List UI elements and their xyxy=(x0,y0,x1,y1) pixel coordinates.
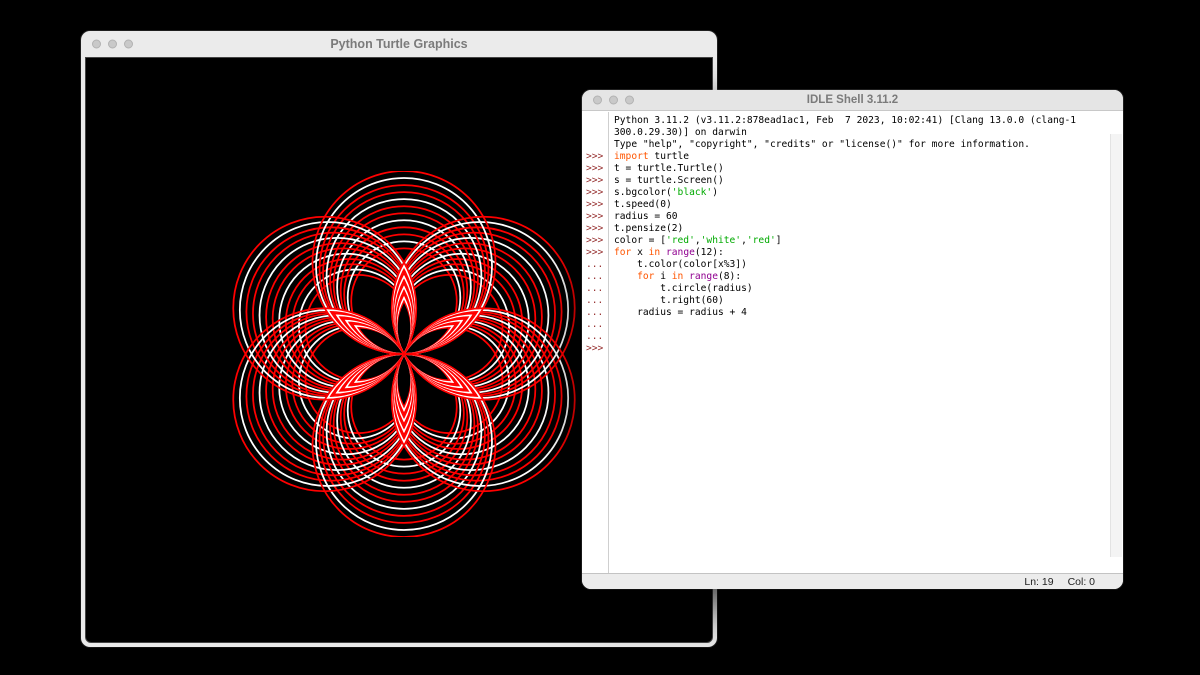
shell-code-text: t = turtle.Turtle() xyxy=(608,163,724,175)
shell-prompt: >>> xyxy=(582,235,608,247)
status-col-indicator: Col: 0 xyxy=(1068,576,1095,588)
vertical-scrollbar[interactable] xyxy=(1110,134,1122,557)
close-button[interactable] xyxy=(593,96,602,105)
shell-line: >>>for x in range(12): xyxy=(582,247,1109,259)
shell-line: >>>radius = 60 xyxy=(582,211,1109,223)
turtle-window-titlebar[interactable]: Python Turtle Graphics xyxy=(81,31,717,57)
shell-line: Type "help", "copyright", "credits" or "… xyxy=(582,139,1109,151)
shell-line: ... xyxy=(582,319,1109,331)
shell-code-text: s = turtle.Screen() xyxy=(608,175,724,187)
close-button[interactable] xyxy=(92,40,101,49)
shell-code-text: import turtle xyxy=(608,151,689,163)
shell-code-text: t.right(60) xyxy=(608,295,724,307)
shell-line: >>>s.bgcolor('black') xyxy=(582,187,1109,199)
status-line-indicator: Ln: 19 xyxy=(1024,576,1053,588)
idle-shell-window: IDLE Shell 3.11.2 Python 3.11.2 (v3.11.2… xyxy=(582,90,1123,589)
minimize-button[interactable] xyxy=(108,40,117,49)
shell-line: >>>s = turtle.Screen() xyxy=(582,175,1109,187)
shell-prompt: ... xyxy=(582,307,608,319)
shell-prompt: >>> xyxy=(582,223,608,235)
zoom-button[interactable] xyxy=(124,40,133,49)
shell-prompt: >>> xyxy=(582,343,608,355)
shell-prompt: ... xyxy=(582,271,608,283)
shell-prompt: ... xyxy=(582,319,608,331)
window-controls xyxy=(593,96,634,105)
shell-prompt: >>> xyxy=(582,163,608,175)
window-controls xyxy=(92,40,133,49)
shell-prompt: >>> xyxy=(582,151,608,163)
status-bar: Ln: 19 Col: 0 xyxy=(582,573,1123,589)
shell-code-text: for x in range(12): xyxy=(608,247,724,259)
shell-code-text: radius = 60 xyxy=(608,211,678,223)
shell-code-text: t.pensize(2) xyxy=(608,223,683,235)
turtle-flower-drawing xyxy=(221,171,587,537)
shell-prompt: >>> xyxy=(582,175,608,187)
desktop: { "turtle_window": { "title": "Python Tu… xyxy=(0,0,1200,675)
shell-code-text: Python 3.11.2 (v3.11.2:878ead1ac1, Feb 7… xyxy=(608,115,1076,127)
shell-line: >>> xyxy=(582,343,1109,355)
shell-prompt xyxy=(582,127,608,139)
shell-line: >>>color = ['red','white','red'] xyxy=(582,235,1109,247)
shell-line: ... radius = radius + 4 xyxy=(582,307,1109,319)
shell-prompt: >>> xyxy=(582,199,608,211)
shell-prompt: >>> xyxy=(582,211,608,223)
shell-prompt: ... xyxy=(582,331,608,343)
shell-code-text: radius = radius + 4 xyxy=(608,307,747,319)
shell-code-text: t.color(color[x%3]) xyxy=(608,259,747,271)
shell-prompt xyxy=(582,139,608,151)
shell-code-text: color = ['red','white','red'] xyxy=(608,235,782,247)
shell-line: ... t.color(color[x%3]) xyxy=(582,259,1109,271)
shell-code-text: 300.0.29.30)] on darwin xyxy=(608,127,747,139)
shell-line: >>>t = turtle.Turtle() xyxy=(582,163,1109,175)
minimize-button[interactable] xyxy=(609,96,618,105)
shell-line: ... xyxy=(582,331,1109,343)
shell-prompt: >>> xyxy=(582,247,608,259)
shell-code-text: for i in range(8): xyxy=(608,271,741,283)
shell-code-text: Type "help", "copyright", "credits" or "… xyxy=(608,139,1030,151)
shell-line: Python 3.11.2 (v3.11.2:878ead1ac1, Feb 7… xyxy=(582,115,1109,127)
idle-window-titlebar[interactable]: IDLE Shell 3.11.2 xyxy=(582,90,1123,111)
shell-prompt xyxy=(582,115,608,127)
shell-code-text xyxy=(608,343,620,355)
shell-lines: Python 3.11.2 (v3.11.2:878ead1ac1, Feb 7… xyxy=(582,115,1109,355)
shell-code-text xyxy=(608,319,620,331)
shell-code-text: t.speed(0) xyxy=(608,199,672,211)
shell-line: ... for i in range(8): xyxy=(582,271,1109,283)
shell-code-text: t.circle(radius) xyxy=(608,283,753,295)
shell-line: 300.0.29.30)] on darwin xyxy=(582,127,1109,139)
shell-prompt: ... xyxy=(582,259,608,271)
zoom-button[interactable] xyxy=(625,96,634,105)
turtle-window-title: Python Turtle Graphics xyxy=(330,37,467,51)
shell-line: >>>import turtle xyxy=(582,151,1109,163)
idle-window-title: IDLE Shell 3.11.2 xyxy=(807,94,898,106)
shell-line: ... t.right(60) xyxy=(582,295,1109,307)
shell-line: ... t.circle(radius) xyxy=(582,283,1109,295)
shell-prompt: ... xyxy=(582,283,608,295)
shell-text-area[interactable]: Python 3.11.2 (v3.11.2:878ead1ac1, Feb 7… xyxy=(582,112,1123,573)
shell-code-text: s.bgcolor('black') xyxy=(608,187,718,199)
shell-line: >>>t.pensize(2) xyxy=(582,223,1109,235)
shell-line: >>>t.speed(0) xyxy=(582,199,1109,211)
shell-code-text xyxy=(608,331,620,343)
shell-prompt: ... xyxy=(582,295,608,307)
shell-prompt: >>> xyxy=(582,187,608,199)
